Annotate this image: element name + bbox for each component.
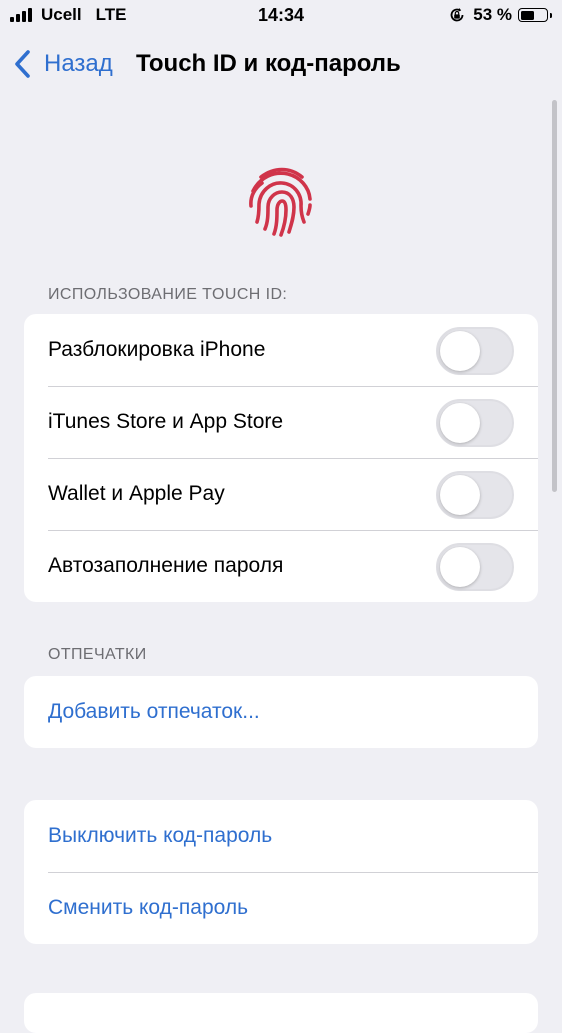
list-item-wallet-apple-pay: Wallet и Apple Pay: [24, 458, 538, 530]
touch-id-usage-list: Разблокировка iPhone iTunes Store и App …: [24, 314, 538, 602]
navigation-bar: Назад Touch ID и код-пароль: [0, 40, 562, 88]
passcode-list: Выключить код-пароль Сменить код-пароль: [24, 800, 538, 944]
toggle-knob: [440, 331, 480, 371]
change-passcode-label: Сменить код-пароль: [48, 896, 249, 919]
list-item-iphone-unlock: Разблокировка iPhone: [24, 314, 538, 386]
itunes-app-store-toggle[interactable]: [436, 399, 514, 447]
toggle-knob: [440, 403, 480, 443]
iphone-unlock-toggle[interactable]: [436, 327, 514, 375]
list-item-password-autofill: Автозаполнение пароля: [24, 530, 538, 602]
row-label: Wallet и Apple Pay: [48, 482, 225, 505]
status-right: 53 %: [449, 4, 552, 26]
wallet-apple-pay-toggle[interactable]: [436, 471, 514, 519]
toggle-knob: [440, 475, 480, 515]
page-title: Touch ID и код-пароль: [136, 50, 401, 77]
add-fingerprint-button[interactable]: Добавить отпечаток...: [24, 676, 538, 748]
row-label: Автозаполнение пароля: [48, 554, 284, 577]
battery-level: [520, 10, 534, 20]
battery-icon: [518, 8, 552, 22]
touch-id-section-header: ИСПОЛЬЗОВАНИЕ TOUCH ID:: [48, 286, 288, 303]
scroll-indicator[interactable]: [552, 100, 557, 492]
list-item-itunes-app-store: iTunes Store и App Store: [24, 386, 538, 458]
fingerprints-list: Добавить отпечаток...: [24, 676, 538, 748]
add-fingerprint-label: Добавить отпечаток...: [48, 700, 260, 723]
password-autofill-toggle[interactable]: [436, 543, 514, 591]
turn-off-passcode-button[interactable]: Выключить код-пароль: [24, 800, 538, 872]
chevron-left-icon: [15, 50, 30, 78]
next-settings-group: [24, 993, 538, 1033]
row-label: iTunes Store и App Store: [48, 410, 284, 433]
battery-percentage: 53 %: [473, 5, 512, 24]
orientation-lock-icon: [450, 8, 464, 22]
toggle-knob: [440, 547, 480, 587]
fingerprints-section-header: ОТПЕЧАТКИ: [48, 646, 147, 663]
status-bar: Ucell LTE 14:34 53 %: [0, 0, 562, 32]
fingerprint-icon: [249, 167, 312, 237]
turn-off-passcode-label: Выключить код-пароль: [48, 824, 273, 847]
back-button[interactable]: Назад: [12, 46, 113, 82]
back-label: Назад: [44, 50, 113, 77]
change-passcode-button[interactable]: Сменить код-пароль: [24, 872, 538, 944]
row-label: Разблокировка iPhone: [48, 338, 266, 361]
